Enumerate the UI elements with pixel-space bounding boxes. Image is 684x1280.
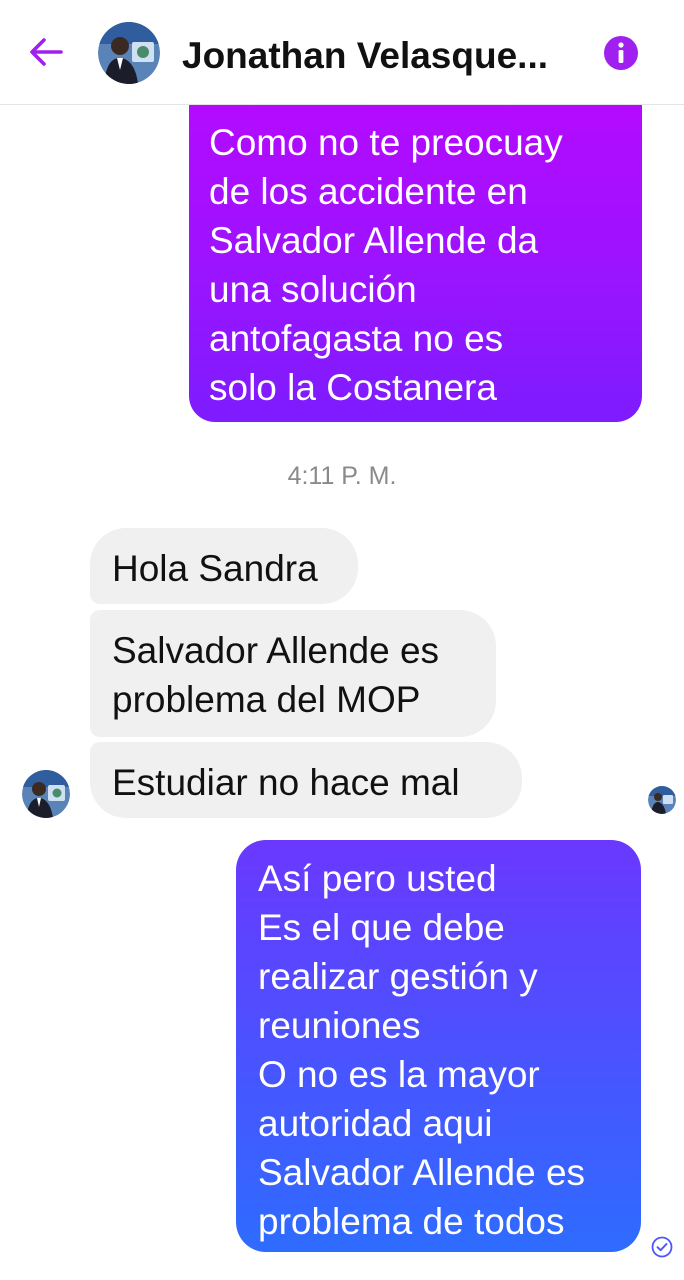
outgoing-message[interactable]: Así pero usted Es el que debe realizar g… [236,840,641,1252]
avatar-icon [22,770,70,818]
contact-name[interactable]: Jonathan Velasque... [182,34,582,78]
incoming-message[interactable]: Hola Sandra [90,528,358,604]
conversation-header: Jonathan Velasque... [0,0,684,105]
arrow-left-icon [30,38,63,66]
sender-avatar[interactable] [22,770,70,818]
back-button[interactable] [22,30,70,74]
check-circle-icon [651,1236,673,1258]
contact-avatar[interactable] [98,22,160,84]
avatar-icon [648,786,676,814]
info-icon [604,36,638,70]
outgoing-message[interactable]: Como no te preocuay de los accidente en … [189,102,642,422]
info-button[interactable] [602,34,640,72]
avatar-icon [98,22,160,84]
message-timestamp: 4:11 P. M. [287,462,397,490]
incoming-message[interactable]: Salvador Allende es problema del MOP [90,610,496,737]
incoming-message[interactable]: Estudiar no hace mal [90,742,522,818]
seen-indicator-avatar [648,786,676,814]
